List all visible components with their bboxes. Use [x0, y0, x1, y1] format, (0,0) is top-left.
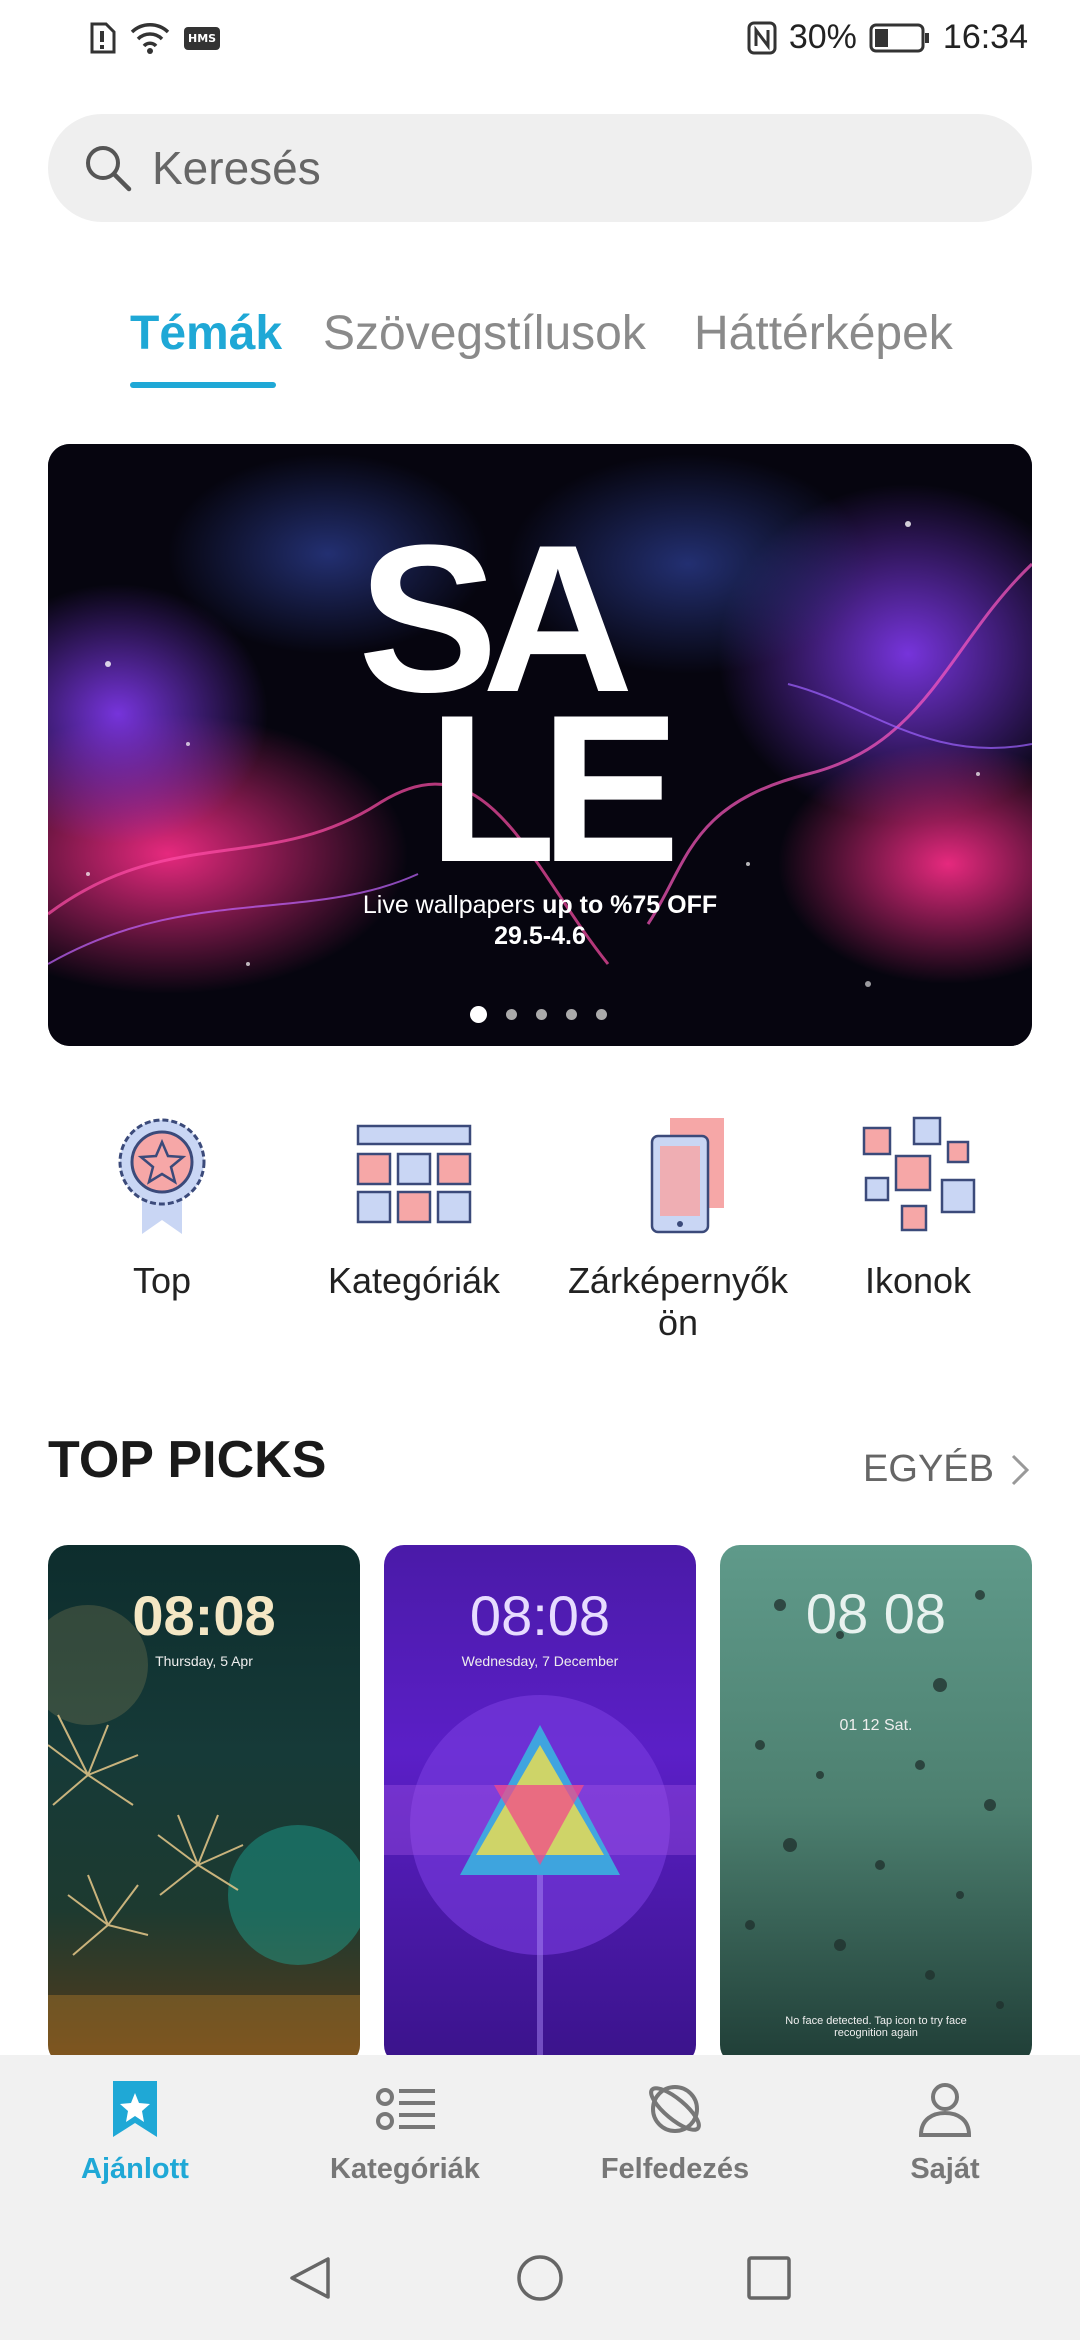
shortcut-lockscreens-label: Zárképernyők ön [567, 1260, 789, 1343]
category-shortcuts: Top Kategóriák Zárképernyők ön Ikonok [0, 1110, 1080, 1360]
alert-icon [90, 22, 116, 54]
theme-card[interactable]: 08 08 01 12 Sat. No face detected. Tap i… [720, 1545, 1032, 2065]
pager-dot[interactable] [506, 1009, 517, 1020]
banner-headline-line2: LE [428, 671, 680, 906]
top-picks-more-button[interactable]: EGYÉB [863, 1448, 1030, 1491]
category-grid-icon [356, 1124, 472, 1224]
home-icon[interactable] [515, 2253, 565, 2303]
banner-subtitle-offer: up to %75 OFF [542, 891, 718, 919]
card-time: 08:08 [469, 1584, 611, 1647]
shortcut-icons-label: Ikonok [864, 1260, 972, 1301]
bottom-navigation: Ajánlott Kategóriák Felfedezés Saját [0, 2055, 1080, 2205]
shortcut-lockscreens[interactable]: Zárképernyők ön [558, 1110, 798, 1344]
search-icon [86, 146, 132, 192]
card-date: Thursday, 5 Apr [155, 1653, 253, 1669]
card-note: No face detected. Tap icon to try face r… [785, 2015, 967, 2039]
nav-explore[interactable]: Felfedezés [540, 2077, 810, 2186]
tab-indicator [130, 382, 276, 388]
nav-recommended[interactable]: Ajánlott [0, 2077, 270, 2186]
card-time: 08 08 [805, 1582, 947, 1645]
shortcut-icons[interactable]: Ikonok [798, 1110, 1038, 1302]
shortcut-top[interactable]: Top [42, 1110, 282, 1302]
wifi-icon [130, 23, 170, 54]
banner-dates: 29.5-4.6 [494, 922, 586, 950]
theme-card[interactable]: 08:08 Wednesday, 7 December [384, 1545, 696, 2065]
more-label: EGYÉB [863, 1448, 994, 1490]
pager-dot[interactable] [566, 1009, 577, 1020]
lockscreen-icon [650, 1118, 724, 1234]
banner-pager [470, 1006, 607, 1023]
planet-icon [649, 2085, 701, 2133]
top-picks-title: TOP PICKS [48, 1431, 327, 1489]
tab-text-styles[interactable]: Szövegstílusok [323, 306, 646, 361]
shortcut-categories-label: Kategóriák [327, 1260, 501, 1301]
person-icon [918, 2083, 972, 2137]
shortcut-categories[interactable]: Kategóriák [294, 1110, 534, 1302]
battery-icon [869, 23, 929, 52]
list-icon [376, 2088, 435, 2130]
nav-categories-label: Kategóriák [330, 2153, 480, 2185]
promo-banner[interactable]: SA LE Live wallpapers up to %75 OFF 29.5… [48, 444, 1032, 1046]
card-date: Wednesday, 7 December [461, 1653, 619, 1669]
award-ribbon-icon [118, 1118, 206, 1234]
top-picks-list: 08:08 Thursday, 5 Apr 08:08 Wednesday, 7… [48, 1545, 1032, 2065]
theme-card[interactable]: 08:08 Thursday, 5 Apr [48, 1545, 360, 2065]
status-bar: HMS 30% 16:34 [0, 0, 1080, 84]
tab-themes[interactable]: Témák [130, 306, 282, 361]
pager-dot[interactable] [596, 1009, 607, 1020]
hms-icon: HMS [184, 26, 221, 50]
star-bookmark-icon [113, 2081, 157, 2137]
nav-categories[interactable]: Kategóriák [270, 2077, 540, 2186]
shortcut-top-label: Top [132, 1260, 192, 1301]
system-navigation [0, 2205, 1080, 2340]
pager-dot[interactable] [470, 1006, 487, 1023]
nav-recommended-label: Ajánlott [81, 2153, 189, 2185]
nfc-icon [747, 21, 777, 54]
back-icon[interactable] [284, 2253, 334, 2303]
battery-percent: 30% [788, 18, 857, 56]
card-time: 08:08 [132, 1584, 276, 1647]
pager-dot[interactable] [536, 1009, 547, 1020]
tab-wallpapers[interactable]: Háttérképek [694, 306, 953, 361]
card-date: 01 12 Sat. [839, 1717, 913, 1734]
search-placeholder: Keresés [152, 142, 321, 194]
banner-subtitle-prefix: Live wallpapers [362, 891, 543, 919]
nav-explore-label: Felfedezés [600, 2153, 750, 2185]
recents-icon[interactable] [744, 2253, 794, 2303]
banner-subtitle: Live wallpapers up to %75 OFF 29.5-4.6 [48, 890, 1032, 952]
chevron-right-icon [1011, 1454, 1030, 1485]
clock: 16:34 [942, 18, 1028, 56]
nav-mine[interactable]: Saját [810, 2077, 1080, 2186]
content-tabs: Témák Szövegstílusok Háttérképek [0, 306, 1080, 386]
icons-icon [862, 1116, 976, 1232]
search-bar[interactable]: Keresés [48, 114, 1032, 222]
nav-mine-label: Saját [910, 2153, 980, 2185]
